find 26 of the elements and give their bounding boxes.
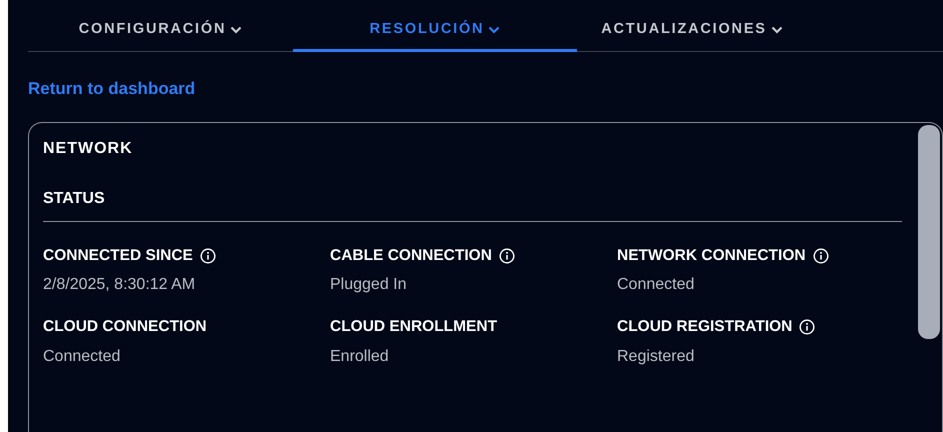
- field-label: CLOUD REGISTRATION: [617, 317, 792, 338]
- scrollbar-thumb[interactable]: [918, 125, 940, 339]
- field-value: Connected: [617, 275, 696, 296]
- field-value: Plugged In: [330, 275, 408, 296]
- chevron-icon: [770, 26, 783, 34]
- section-heading: STATUS: [43, 187, 902, 222]
- field-label: CABLE CONNECTION: [330, 246, 492, 266]
- info-icon[interactable]: [799, 318, 816, 335]
- return-link[interactable]: Return to dashboard: [28, 76, 196, 102]
- info-icon[interactable]: [200, 248, 216, 264]
- panel-title: NETWORK: [43, 139, 134, 159]
- info-icon[interactable]: [498, 248, 515, 264]
- info-icon[interactable]: [812, 248, 829, 264]
- field-label: CONNECTED SINCE: [43, 246, 193, 266]
- chevron-icon: [230, 26, 242, 34]
- field-value: Registered: [617, 346, 696, 366]
- field-label: NETWORK CONNECTION: [617, 246, 806, 266]
- menu-tab[interactable]: RESOLUCIÓN: [293, 19, 577, 52]
- chevron-icon: [488, 26, 500, 34]
- menu-tab[interactable]: CONFIGURACIÓN: [28, 19, 293, 52]
- menu-tab[interactable]: ACTUALIZACIONES: [577, 19, 807, 52]
- field-label: CLOUD ENROLLMENT: [330, 317, 498, 338]
- field-value: Connected: [43, 346, 122, 366]
- field-value: Enrolled: [330, 346, 390, 366]
- field-label: CLOUD CONNECTION: [43, 317, 207, 338]
- field-value: 2/8/2025, 8:30:12 AM: [43, 275, 196, 296]
